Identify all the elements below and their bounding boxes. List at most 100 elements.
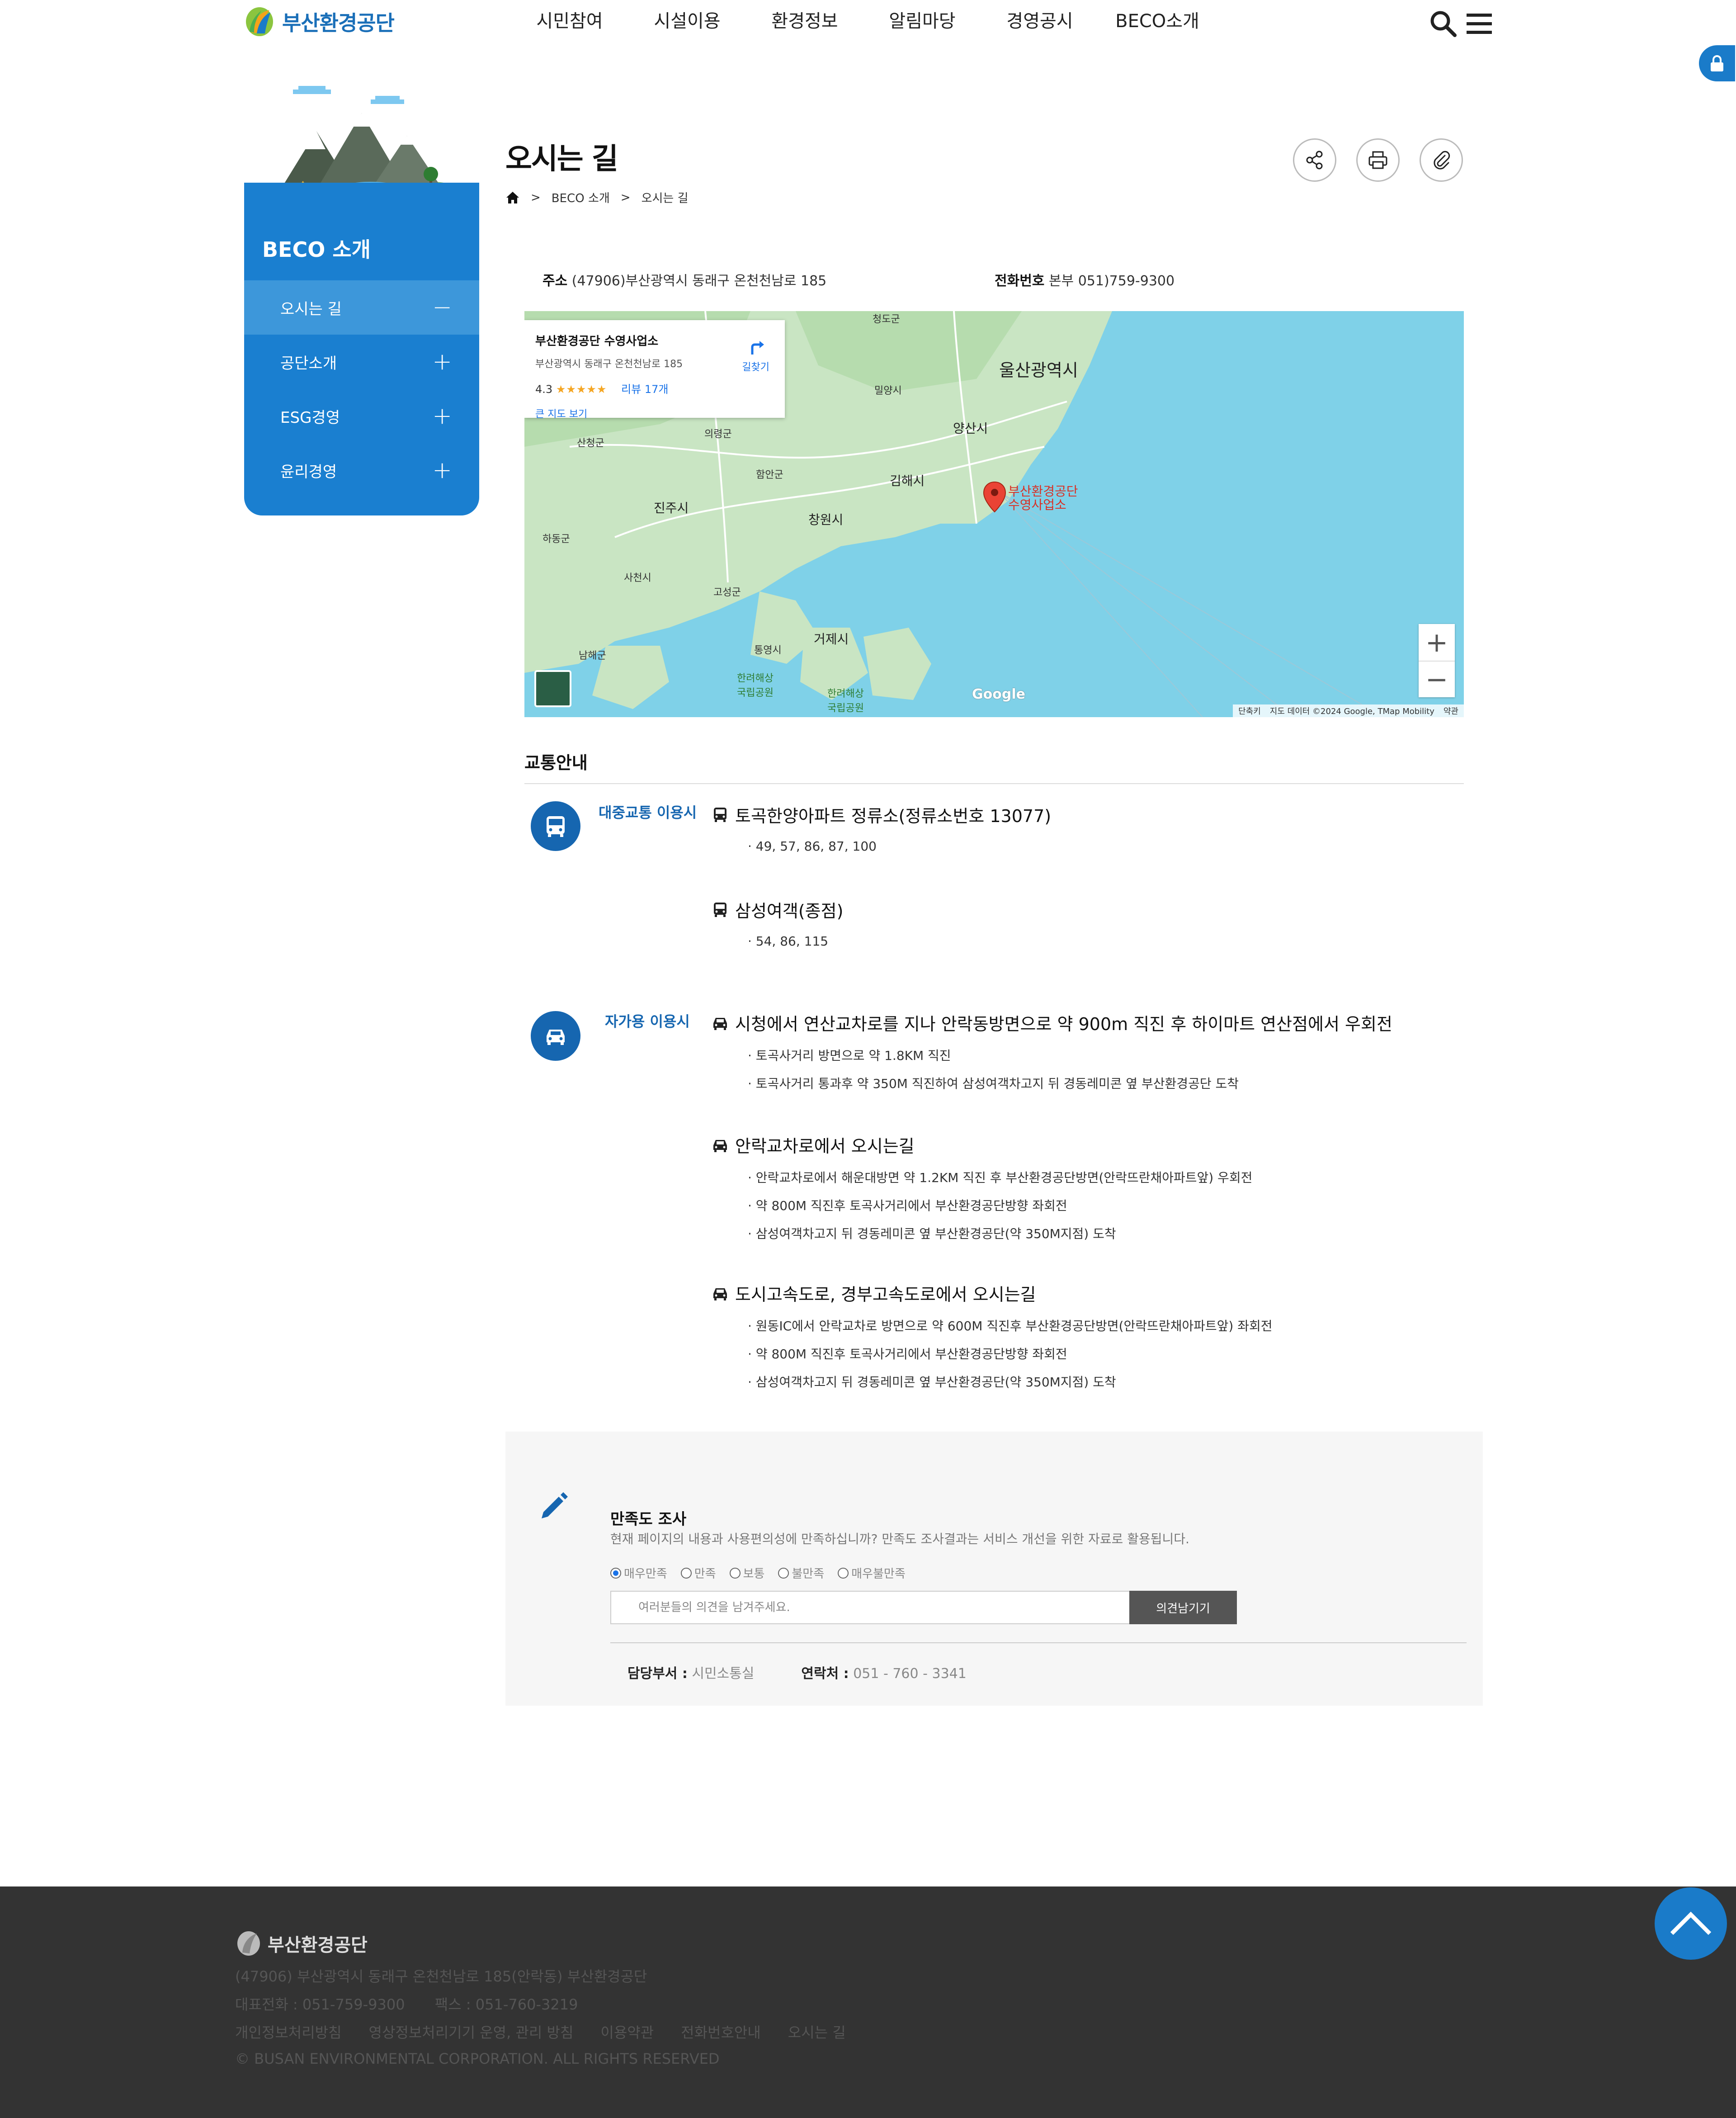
- option-neutral[interactable]: 보통: [729, 1565, 765, 1581]
- footer-tel: 대표전화 : 051-759-9300: [235, 1996, 405, 2013]
- address-line: 주소 (47906)부산광역시 동래구 온천천남로 185: [542, 269, 826, 289]
- gnb-item-environment[interactable]: 환경정보: [746, 5, 863, 37]
- option-label: 매우만족: [624, 1567, 667, 1581]
- option-label: 보통: [743, 1567, 765, 1581]
- map-type-toggle[interactable]: [534, 670, 571, 707]
- map-data-credit: 지도 데이터 ©2024 Google, TMap Mobility: [1269, 707, 1434, 716]
- page-title: 오시는 길: [505, 142, 618, 176]
- map-label: 밀양시: [874, 385, 902, 397]
- menu-icon[interactable]: [1465, 9, 1494, 38]
- route-detail: · 49, 57, 86, 87, 100: [748, 839, 877, 854]
- global-nav: 시민참여 시설이용 환경정보 알림마당 경영공시 BECO소개: [511, 5, 1216, 37]
- zoom-out-button[interactable]: −: [1419, 661, 1455, 697]
- route-title: 토곡한양아파트 정류소(정류소번호 13077): [735, 806, 1052, 826]
- footer-contact: 대표전화 : 051-759-9300 팩스 : 051-760-3219: [235, 1993, 578, 2014]
- sidebar-item-label: 윤리경영: [280, 463, 337, 481]
- route-detail: · 약 800M 직진후 토곡사거리에서 부산환경공단방향 좌회전: [748, 1347, 1067, 1362]
- attach-button[interactable]: [1420, 138, 1463, 182]
- map-attribution: 단축키 지도 데이터 ©2024 Google, TMap Mobility 약…: [1233, 704, 1464, 717]
- breadcrumb-item[interactable]: BECO 소개: [552, 189, 610, 206]
- submit-opinion-button[interactable]: 의견남기기: [1129, 1591, 1237, 1624]
- sidebar-item-esg[interactable]: ESG경영 +: [244, 389, 479, 443]
- logo-leaf-icon: [237, 1931, 260, 1956]
- map-terms-link[interactable]: 약관: [1444, 705, 1458, 717]
- map-label: 고성군: [713, 587, 741, 598]
- map-label: 산청군: [577, 438, 604, 449]
- map-pin-icon[interactable]: [983, 481, 1006, 513]
- survey-options: 매우만족 만족 보통 불만족 매우불만족: [610, 1565, 906, 1581]
- option-very-dissatisfied[interactable]: 매우불만족: [838, 1565, 906, 1581]
- map-shortcuts-link[interactable]: 단축키: [1238, 705, 1261, 717]
- map-label: 거제시: [814, 632, 849, 647]
- directions-button[interactable]: 길찾기: [742, 338, 769, 373]
- home-icon[interactable]: [505, 190, 520, 205]
- route-title: 시청에서 연산교차로를 지나 안락동방면으로 약 900m 직진 후 하이마트 …: [735, 1014, 1392, 1034]
- share-button[interactable]: [1293, 138, 1336, 182]
- search-icon[interactable]: [1429, 9, 1458, 38]
- footer-address: (47906) 부산광역시 동래구 온천천남로 185(안락동) 부산환경공단: [235, 1968, 647, 1985]
- breadcrumb-separator: >: [620, 190, 631, 204]
- sidebar-item-ethics[interactable]: 윤리경영 +: [244, 443, 479, 497]
- sidebar-item-directions[interactable]: 오시는 길 −: [244, 280, 479, 335]
- footer-link-privacy[interactable]: 개인정보처리방침: [235, 2021, 342, 2042]
- route-detail: · 토곡사거리 방면으로 약 1.8KM 직진: [748, 1048, 951, 1063]
- lock-badge[interactable]: [1699, 45, 1735, 81]
- sidebar-item-label: ESG경영: [280, 408, 340, 427]
- scroll-top-button[interactable]: [1655, 1887, 1727, 1960]
- radio-button[interactable]: [729, 1567, 741, 1579]
- footer-link-terms[interactable]: 이용약관: [600, 2021, 654, 2042]
- chevron-up-icon: [1670, 1911, 1712, 1935]
- large-map-link[interactable]: 큰 지도 보기: [535, 406, 774, 421]
- gnb-item-management[interactable]: 경영공시: [981, 5, 1099, 37]
- print-button[interactable]: [1356, 138, 1400, 182]
- radio-button[interactable]: [778, 1567, 789, 1579]
- sidebar-item-label: 오시는 길: [280, 300, 342, 318]
- gnb-item-civic[interactable]: 시민참여: [511, 5, 628, 37]
- opinion-input[interactable]: 여러분들의 의견을 남겨주세요.: [610, 1591, 1182, 1624]
- printer-icon: [1368, 151, 1387, 169]
- copyright: © BUSAN ENVIRONMENTAL CORPORATION. ALL R…: [235, 2050, 720, 2067]
- footer-link-phone[interactable]: 전화번호안내: [681, 2021, 761, 2042]
- lock-icon: [1711, 55, 1723, 71]
- embedded-map[interactable]: 부산환경공단 수영사업소 부산광역시 동래구 온천천남로 185 4.3 ★★★…: [524, 311, 1464, 717]
- place-address: 부산광역시 동래구 온천천남로 185: [535, 359, 683, 370]
- survey-title: 만족도 조사: [610, 1510, 687, 1528]
- site-logo[interactable]: 부산환경공단: [243, 5, 395, 38]
- directions-label: 길찾기: [742, 362, 769, 373]
- radio-button[interactable]: [610, 1567, 621, 1579]
- breadcrumb: > BECO 소개 > 오시는 길: [505, 189, 689, 206]
- collapse-icon: −: [432, 294, 452, 321]
- logo-leaf-icon: [246, 7, 273, 36]
- map-label: 울산광역시: [999, 360, 1078, 380]
- share-icon: [1306, 151, 1323, 170]
- car-icon: [713, 1139, 727, 1152]
- zoom-in-button[interactable]: +: [1419, 624, 1455, 661]
- gnb-item-notice[interactable]: 알림마당: [863, 5, 981, 37]
- car-badge: [531, 1011, 580, 1061]
- sidebar-item-intro[interactable]: 공단소개 +: [244, 335, 479, 389]
- car-icon: [713, 1017, 727, 1030]
- gnb-item-about[interactable]: BECO소개: [1099, 5, 1216, 37]
- footer-logo: 부산환경공단: [235, 1930, 368, 1957]
- option-very-satisfied[interactable]: 매우만족: [610, 1565, 667, 1581]
- route-title: 삼성여객(종점): [735, 901, 844, 921]
- reviews-link[interactable]: 리뷰 17개: [621, 383, 668, 396]
- map-label: 김해시: [890, 473, 925, 488]
- gnb-item-facility[interactable]: 시설이용: [628, 5, 746, 37]
- divider: [524, 783, 1464, 784]
- route-detail: · 안락교차로에서 해운대방면 약 1.2KM 직진 후 부산환경공단방면(안락…: [748, 1170, 1253, 1185]
- radio-button[interactable]: [838, 1567, 849, 1579]
- radio-button[interactable]: [680, 1567, 692, 1579]
- footer-link-directions[interactable]: 오시는 길: [788, 2021, 846, 2042]
- option-satisfied[interactable]: 만족: [680, 1565, 716, 1581]
- option-label: 매우불만족: [851, 1567, 906, 1581]
- expand-icon: +: [432, 402, 452, 430]
- map-label: 하동군: [542, 534, 570, 545]
- route-detail: · 삼성여객차고지 뒤 경동레미콘 옆 부산환경공단(약 350M지점) 도착: [748, 1226, 1116, 1241]
- option-label: 만족: [694, 1567, 716, 1581]
- option-dissatisfied[interactable]: 불만족: [778, 1565, 824, 1581]
- place-rating: 4.3 ★★★★★ 리뷰 17개: [535, 380, 774, 396]
- map-label: 청도군: [873, 314, 900, 325]
- expand-icon: +: [432, 457, 452, 484]
- footer-link-cctv[interactable]: 영상정보처리기기 운영, 관리 방침: [369, 2021, 574, 2042]
